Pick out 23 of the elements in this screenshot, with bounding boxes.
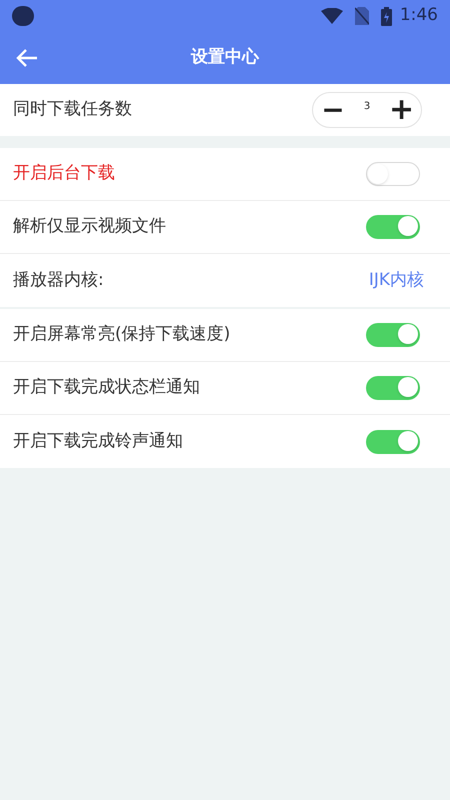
toggle-switch[interactable] — [366, 323, 420, 347]
toggle-switch[interactable] — [366, 376, 420, 400]
setting-label: 开启后台下载 — [13, 162, 116, 186]
back-icon — [16, 48, 38, 68]
setting-label: 开启下载完成状态栏通知 — [13, 376, 201, 400]
wifi-icon — [320, 8, 343, 24]
minus-button[interactable]: − — [321, 96, 345, 124]
setting-label: 播放器内核: — [13, 268, 105, 292]
setting-label: 开启下载完成铃声通知 — [13, 430, 184, 453]
stepper-value: 3 — [364, 100, 370, 114]
toggle-switch[interactable] — [366, 162, 420, 186]
toggle-switch[interactable] — [366, 215, 420, 239]
battery-icon — [380, 6, 392, 26]
clock-time: 1:46 — [400, 4, 438, 28]
setting-label: 开启屏幕常亮(保持下载速度) — [13, 323, 232, 346]
setting-label: 同时下载任务数 — [13, 98, 133, 122]
toggle-switch[interactable] — [366, 430, 420, 454]
no-sim-icon — [354, 7, 369, 25]
plus-button[interactable]: + — [389, 95, 413, 125]
setting-value[interactable]: IJK内核 — [368, 268, 424, 294]
notification-icon — [12, 6, 34, 26]
screen-title: 设置中心 — [191, 46, 259, 70]
setting-label: 解析仅显示视频文件 — [13, 215, 167, 238]
